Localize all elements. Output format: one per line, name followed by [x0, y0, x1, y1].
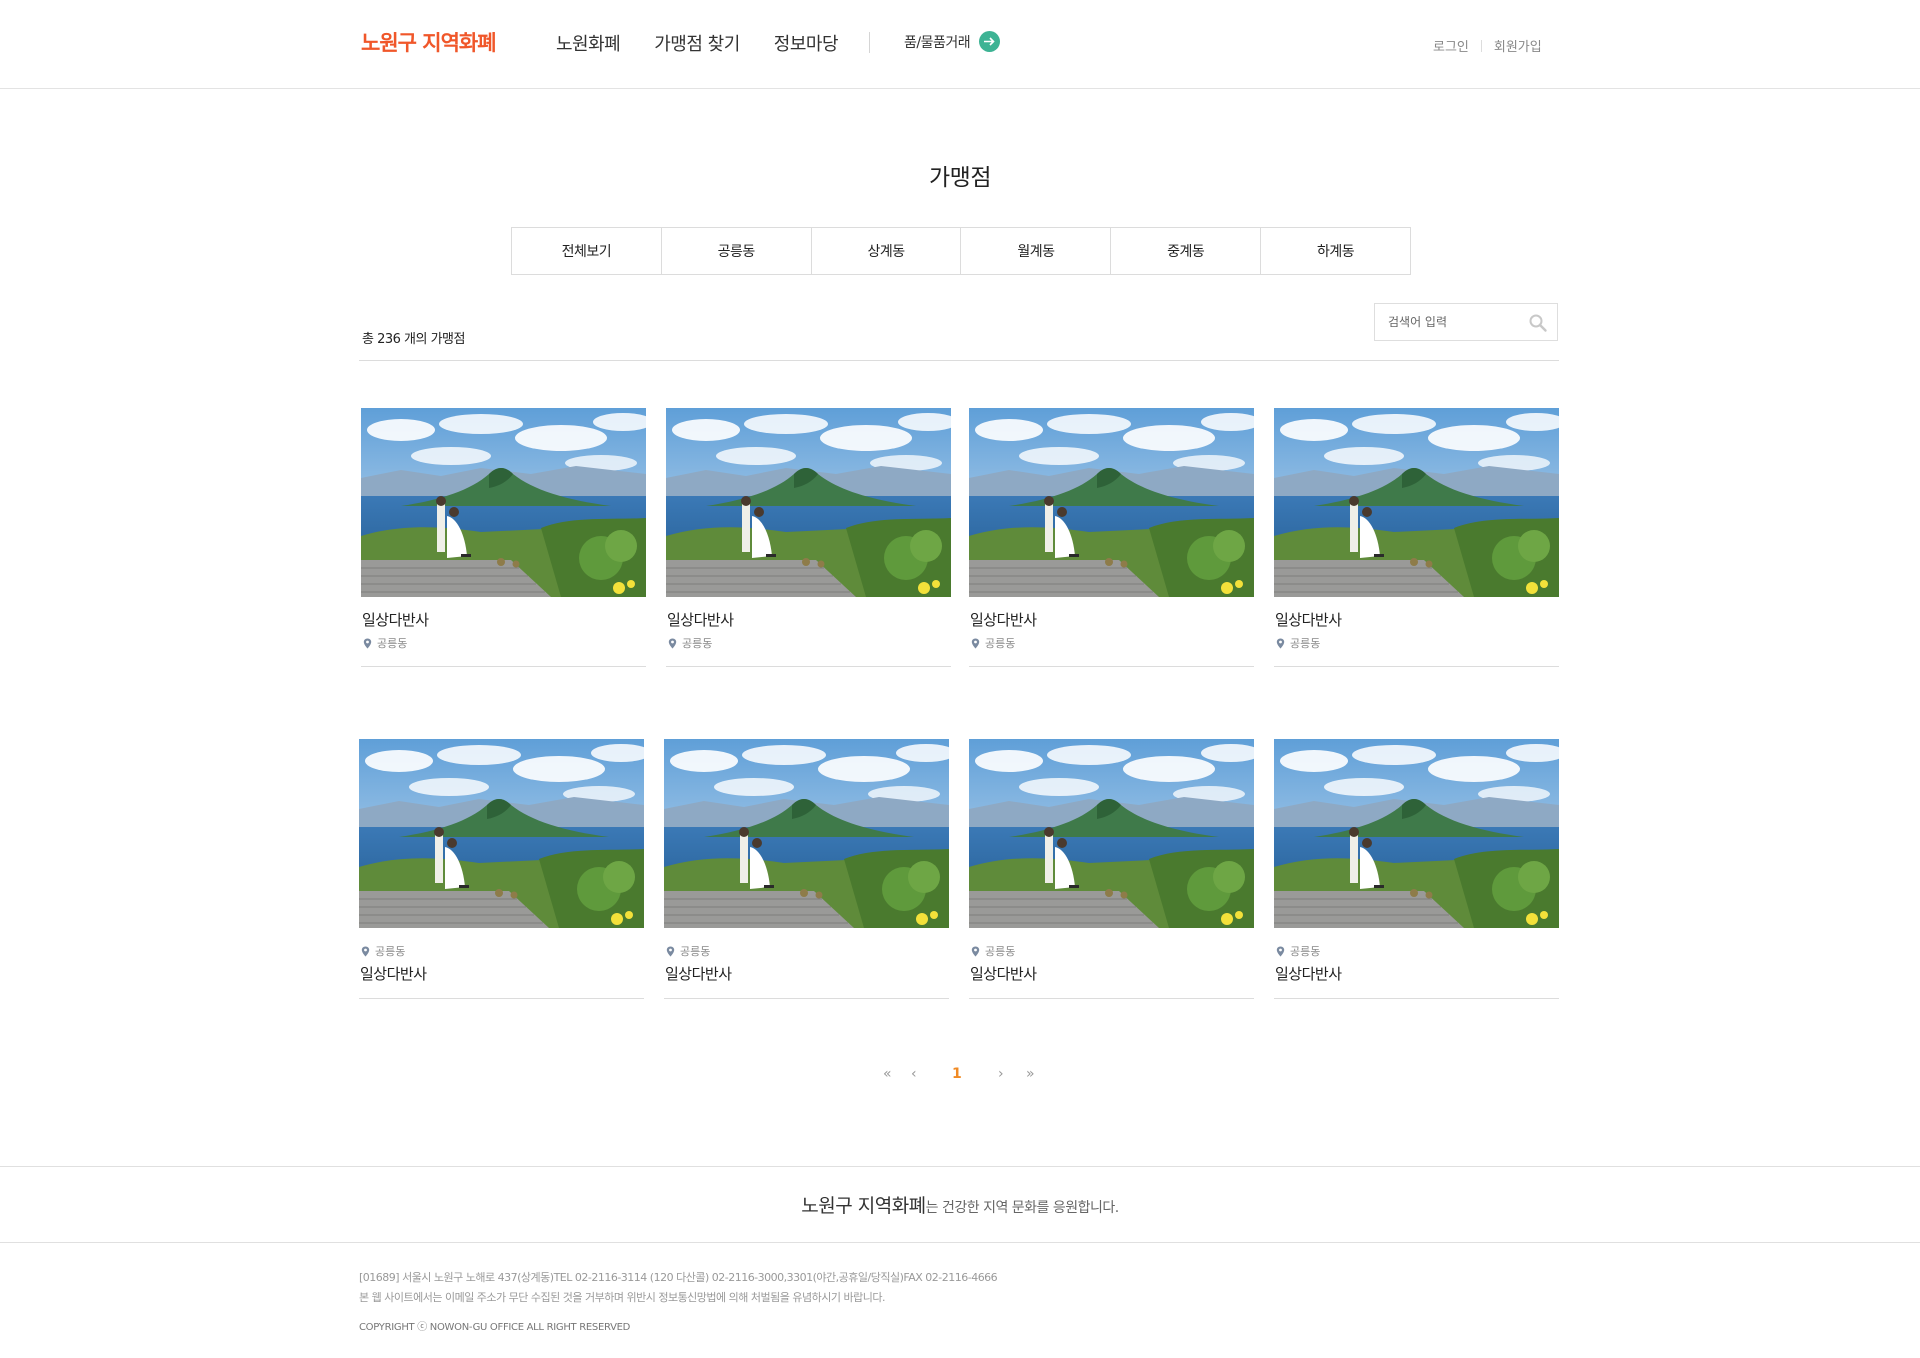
footer-slogan: 노원구 지역화폐는 건강한 지역 문화를 응원합니다.	[0, 1191, 1920, 1218]
store-name[interactable]: 일상다반사	[969, 963, 1254, 984]
card-divider	[359, 998, 644, 999]
store-location-text: 공릉동	[1290, 945, 1321, 958]
footer-slogan-text: 는 건강한 지역 문화를 응원합니다.	[925, 1200, 1120, 1216]
store-thumbnail[interactable]	[664, 739, 949, 928]
card-divider	[664, 998, 949, 999]
user-menu-divider	[1480, 39, 1482, 52]
location-pin-icon	[668, 638, 677, 648]
store-location-text: 공릉동	[375, 945, 406, 958]
location-pin-icon	[1276, 638, 1285, 648]
footer-divider-top	[0, 1166, 1920, 1167]
tab-sanggye[interactable]: 상계동	[811, 228, 962, 274]
store-location: 공릉동	[969, 943, 1254, 959]
card-divider	[666, 666, 951, 667]
prev-page-button[interactable]: ‹	[911, 1063, 917, 1085]
location-pin-icon	[971, 638, 980, 648]
store-location-text: 공릉동	[1290, 637, 1321, 650]
store-name[interactable]: 일상다반사	[1274, 963, 1559, 984]
search-box	[1374, 303, 1558, 341]
store-location-text: 공릉동	[377, 637, 408, 650]
store-thumbnail[interactable]	[969, 408, 1254, 597]
store-location: 공릉동	[359, 943, 644, 959]
store-name[interactable]: 일상다반사	[664, 963, 949, 984]
store-card[interactable]: 공릉동 일상다반사	[969, 739, 1254, 999]
tab-gongneung[interactable]: 공릉동	[661, 228, 812, 274]
nav-item-info[interactable]: 정보마당	[774, 30, 839, 56]
store-location: 공릉동	[969, 635, 1254, 651]
store-location: 공릉동	[1274, 943, 1559, 959]
site-header: 노원구 지역화폐 노원화폐 가맹점 찾기 정보마당 품/물품거래 로그인 회원가…	[0, 0, 1920, 89]
trade-link[interactable]: 품/물품거래	[904, 31, 1001, 52]
store-thumbnail[interactable]	[1274, 739, 1559, 928]
list-divider	[359, 360, 1559, 361]
location-pin-icon	[971, 946, 980, 956]
page-title: 가맹점	[929, 165, 991, 191]
store-location-text: 공릉동	[985, 945, 1016, 958]
store-card[interactable]: 공릉동 일상다반사	[664, 739, 949, 999]
footer-brand: 노원구 지역화폐	[801, 1195, 926, 1217]
store-name[interactable]: 일상다반사	[361, 609, 646, 630]
store-card[interactable]: 공릉동 일상다반사	[1274, 739, 1559, 999]
search-icon[interactable]	[1528, 313, 1548, 333]
store-location: 공릉동	[666, 635, 951, 651]
store-location: 공릉동	[1274, 635, 1559, 651]
last-page-button[interactable]: »	[1026, 1063, 1035, 1085]
store-location-text: 공릉동	[680, 945, 711, 958]
next-page-button[interactable]: ›	[998, 1063, 1004, 1085]
nav-item-find-store[interactable]: 가맹점 찾기	[654, 30, 740, 56]
store-location: 공릉동	[664, 943, 949, 959]
signup-link[interactable]: 회원가입	[1494, 36, 1542, 55]
store-thumbnail[interactable]	[666, 408, 951, 597]
user-menu: 로그인 회원가입	[1433, 36, 1542, 55]
store-count: 총 236 개의 가맹점	[362, 332, 465, 347]
store-location-text: 공릉동	[682, 637, 713, 650]
pagination: « ‹ 1 › »	[876, 1063, 1046, 1085]
store-card[interactable]: 일상다반사 공릉동	[361, 408, 646, 667]
tab-wolgye[interactable]: 월계동	[961, 228, 1112, 274]
location-pin-icon	[666, 946, 675, 956]
footer-divider-bottom	[0, 1242, 1920, 1243]
location-pin-icon	[1276, 946, 1285, 956]
store-card[interactable]: 공릉동 일상다반사	[359, 739, 644, 999]
store-card[interactable]: 일상다반사 공릉동	[969, 408, 1254, 667]
footer-address: [01689] 서울시 노원구 노해로 437(상계동)TEL 02-2116-…	[359, 1271, 998, 1284]
store-name[interactable]: 일상다반사	[1274, 609, 1559, 630]
tab-hagye[interactable]: 하계동	[1261, 228, 1410, 274]
district-tabs: 전체보기 공릉동 상계동 월계동 중계동 하계동	[511, 227, 1411, 275]
page-number-current[interactable]: 1	[952, 1063, 962, 1085]
trade-label: 품/물품거래	[904, 34, 971, 51]
store-card[interactable]: 일상다반사 공릉동	[666, 408, 951, 667]
card-divider	[1274, 998, 1559, 999]
main-nav: 노원화폐 가맹점 찾기 정보마당	[556, 30, 839, 56]
location-pin-icon	[363, 638, 372, 648]
tab-junggye[interactable]: 중계동	[1111, 228, 1262, 274]
card-divider	[361, 666, 646, 667]
store-name[interactable]: 일상다반사	[969, 609, 1254, 630]
card-divider	[969, 998, 1254, 999]
location-pin-icon	[361, 946, 370, 956]
store-card[interactable]: 일상다반사 공릉동	[1274, 408, 1559, 667]
footer-email-notice: 본 웹 사이트에서는 이메일 주소가 무단 수집된 것을 거부하며 위반시 정보…	[359, 1291, 885, 1304]
nav-divider	[869, 32, 870, 53]
nav-item-nowon-currency[interactable]: 노원화폐	[556, 30, 621, 56]
store-thumbnail[interactable]	[361, 408, 646, 597]
store-location: 공릉동	[361, 635, 646, 651]
store-location-text: 공릉동	[985, 637, 1016, 650]
store-thumbnail[interactable]	[969, 739, 1254, 928]
login-link[interactable]: 로그인	[1433, 36, 1469, 55]
first-page-button[interactable]: «	[883, 1063, 892, 1085]
card-divider	[1274, 666, 1559, 667]
store-thumbnail[interactable]	[359, 739, 644, 928]
arrow-right-icon	[979, 31, 1001, 52]
tab-all[interactable]: 전체보기	[512, 228, 662, 274]
footer-copyright: COPYRIGHT ⓒ NOWON-GU OFFICE ALL RIGHT RE…	[359, 1322, 631, 1333]
site-logo[interactable]: 노원구 지역화폐	[361, 27, 497, 57]
store-name[interactable]: 일상다반사	[666, 609, 951, 630]
store-name[interactable]: 일상다반사	[359, 963, 644, 984]
search-input[interactable]	[1375, 304, 1525, 340]
store-thumbnail[interactable]	[1274, 408, 1559, 597]
card-divider	[969, 666, 1254, 667]
